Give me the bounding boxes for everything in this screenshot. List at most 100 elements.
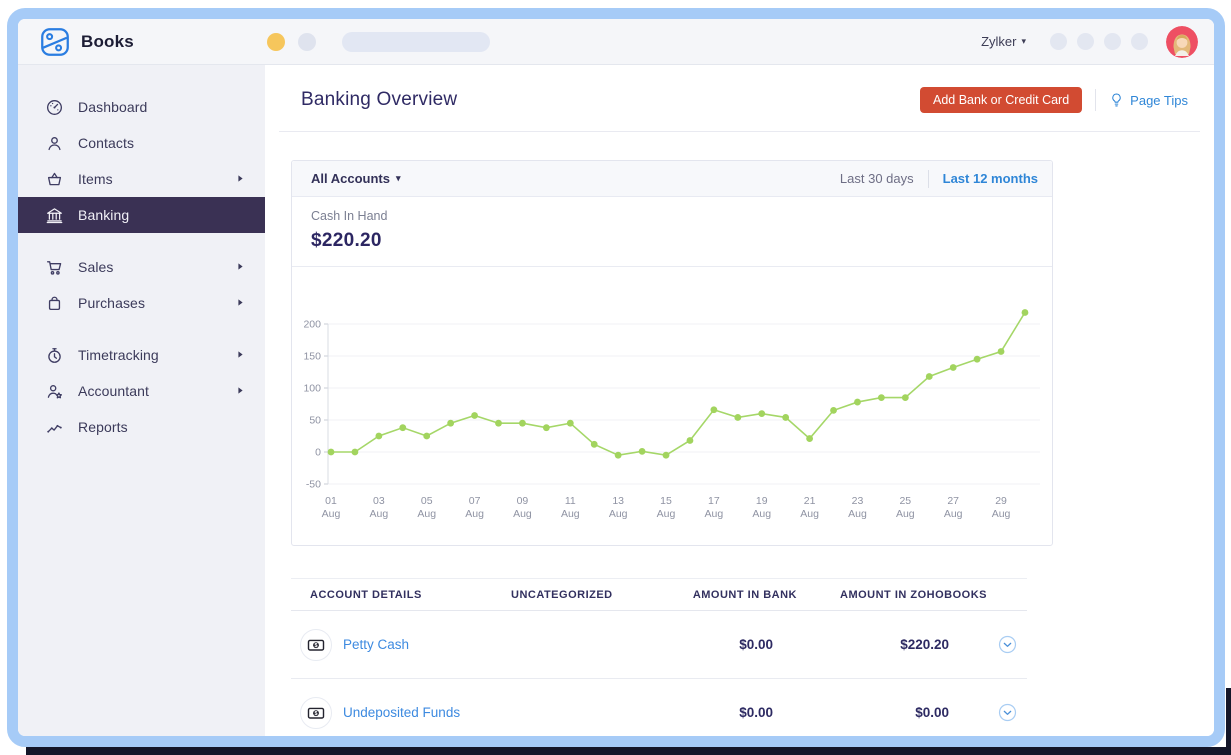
data-point[interactable]	[542, 424, 550, 432]
data-point[interactable]	[662, 451, 670, 459]
range-last-30-days[interactable]: Last 30 days	[840, 171, 914, 186]
org-switcher[interactable]: Zylker ▾	[981, 34, 1026, 49]
data-point[interactable]	[806, 435, 813, 442]
header-icon-placeholder-4[interactable]	[1131, 33, 1148, 50]
svg-text:Aug: Aug	[513, 508, 532, 520]
accountant-icon	[45, 382, 64, 401]
data-point[interactable]	[758, 410, 766, 417]
svg-text:Aug: Aug	[705, 508, 724, 520]
chevron-right-icon	[237, 262, 245, 272]
cash-icon: $	[300, 696, 332, 729]
svg-text:Aug: Aug	[992, 508, 1011, 520]
data-point[interactable]	[710, 406, 718, 414]
table-header-row: ACCOUNT DETAILS UNCATEGORIZED AMOUNT IN BA…	[291, 578, 1027, 611]
purchases-icon	[45, 294, 64, 313]
status-dot-gray[interactable]	[297, 32, 316, 51]
svg-text:03: 03	[373, 495, 385, 507]
data-point[interactable]	[519, 419, 526, 427]
sidebar-item-items[interactable]: Items	[18, 161, 265, 197]
svg-text:29: 29	[995, 495, 1007, 507]
column-header-uncategorized: UNCATEGORIZED	[511, 589, 613, 601]
svg-text:Aug: Aug	[848, 508, 867, 520]
svg-text:Aug: Aug	[465, 508, 484, 520]
svg-text:15: 15	[660, 495, 672, 507]
svg-text:27: 27	[947, 495, 959, 507]
data-point[interactable]	[614, 451, 622, 459]
sidebar-item-purchases[interactable]: Purchases	[18, 285, 265, 321]
data-point[interactable]	[782, 414, 790, 421]
svg-text:07: 07	[469, 495, 481, 507]
banking-chart-card: All Accounts ▾ Last 30 days Last 12 mont…	[291, 160, 1053, 546]
header-icon-placeholder-1[interactable]	[1050, 33, 1067, 50]
main-content: Banking Overview Add Bank or Credit Card…	[265, 65, 1214, 736]
data-point[interactable]	[997, 348, 1005, 355]
range-divider	[927, 169, 929, 188]
sidebar-item-timetracking[interactable]: Timetracking	[18, 337, 265, 373]
amount-in-bank-cell: $0.00	[739, 705, 773, 720]
svg-text:05: 05	[421, 495, 433, 507]
data-point[interactable]	[925, 373, 933, 380]
sidebar-item-banking[interactable]: Banking	[18, 197, 265, 233]
data-point[interactable]	[901, 394, 909, 401]
account-selector-dropdown[interactable]: All Accounts ▾	[311, 171, 401, 186]
svg-text:-50: -50	[306, 479, 321, 491]
row-expand-button[interactable]	[987, 703, 1027, 722]
cash-flow-line	[331, 312, 1026, 457]
svg-text:Aug: Aug	[800, 508, 819, 520]
contacts-icon	[45, 134, 64, 153]
data-point[interactable]	[854, 398, 861, 406]
header-icon-placeholder-3[interactable]	[1104, 33, 1121, 50]
data-point[interactable]	[495, 419, 502, 427]
sidebar-item-label: Accountant	[78, 383, 150, 399]
table-row: $ Petty Cash $0.00 $220.20	[291, 611, 1027, 679]
data-point[interactable]	[949, 364, 957, 371]
account-link[interactable]: Petty Cash	[343, 637, 409, 652]
data-point[interactable]	[590, 440, 598, 448]
search-bar-placeholder[interactable]	[341, 31, 490, 52]
chevron-right-icon	[237, 298, 245, 308]
data-point[interactable]	[973, 355, 981, 363]
sidebar-item-sales[interactable]: Sales	[18, 249, 265, 285]
row-expand-button[interactable]	[987, 635, 1027, 654]
data-point[interactable]	[877, 394, 885, 401]
sidebar-item-label: Sales	[78, 259, 114, 275]
amount-in-zohobooks-cell: $0.00	[915, 705, 949, 720]
data-point[interactable]	[423, 432, 431, 440]
data-point[interactable]	[399, 424, 407, 432]
lightbulb-icon	[1109, 92, 1124, 108]
app-logo[interactable]: Books	[38, 25, 134, 59]
sidebar-item-label: Dashboard	[78, 99, 148, 115]
svg-text:Aug: Aug	[657, 508, 676, 520]
data-point[interactable]	[327, 448, 335, 456]
data-point[interactable]	[686, 437, 694, 444]
sidebar-item-reports[interactable]: Reports	[18, 409, 265, 445]
svg-text:$: $	[314, 711, 317, 717]
data-point[interactable]	[734, 414, 742, 421]
chevron-down-icon: ▾	[1021, 36, 1026, 46]
sidebar-item-label: Contacts	[78, 135, 135, 151]
range-last-12-months[interactable]: Last 12 months	[943, 171, 1038, 186]
data-point[interactable]	[375, 432, 383, 440]
sidebar-item-accountant[interactable]: Accountant	[18, 373, 265, 409]
svg-text:Aug: Aug	[944, 508, 963, 520]
user-avatar[interactable]	[1166, 25, 1198, 58]
svg-text:Aug: Aug	[896, 508, 915, 520]
data-point[interactable]	[351, 448, 359, 456]
sidebar-item-dashboard[interactable]: Dashboard	[18, 89, 265, 125]
data-point[interactable]	[830, 407, 837, 414]
dashboard-icon	[45, 98, 64, 117]
sidebar-item-label: Purchases	[78, 295, 146, 311]
data-point[interactable]	[447, 419, 455, 427]
header-icon-placeholder-2[interactable]	[1077, 33, 1094, 50]
data-point[interactable]	[471, 412, 478, 419]
sidebar-item-contacts[interactable]: Contacts	[18, 125, 265, 161]
status-dot-yellow[interactable]	[266, 32, 285, 51]
add-bank-button[interactable]: Add Bank or Credit Card	[919, 87, 1083, 113]
data-point[interactable]	[1021, 309, 1029, 316]
topbar-right-group: Zylker ▾	[981, 25, 1198, 58]
data-point[interactable]	[566, 419, 574, 427]
data-point[interactable]	[638, 447, 646, 455]
account-link[interactable]: Undeposited Funds	[343, 705, 460, 720]
sidebar-group: Timetracking Accountant Reports	[18, 337, 265, 445]
page-tips-link[interactable]: Page Tips	[1109, 92, 1188, 108]
